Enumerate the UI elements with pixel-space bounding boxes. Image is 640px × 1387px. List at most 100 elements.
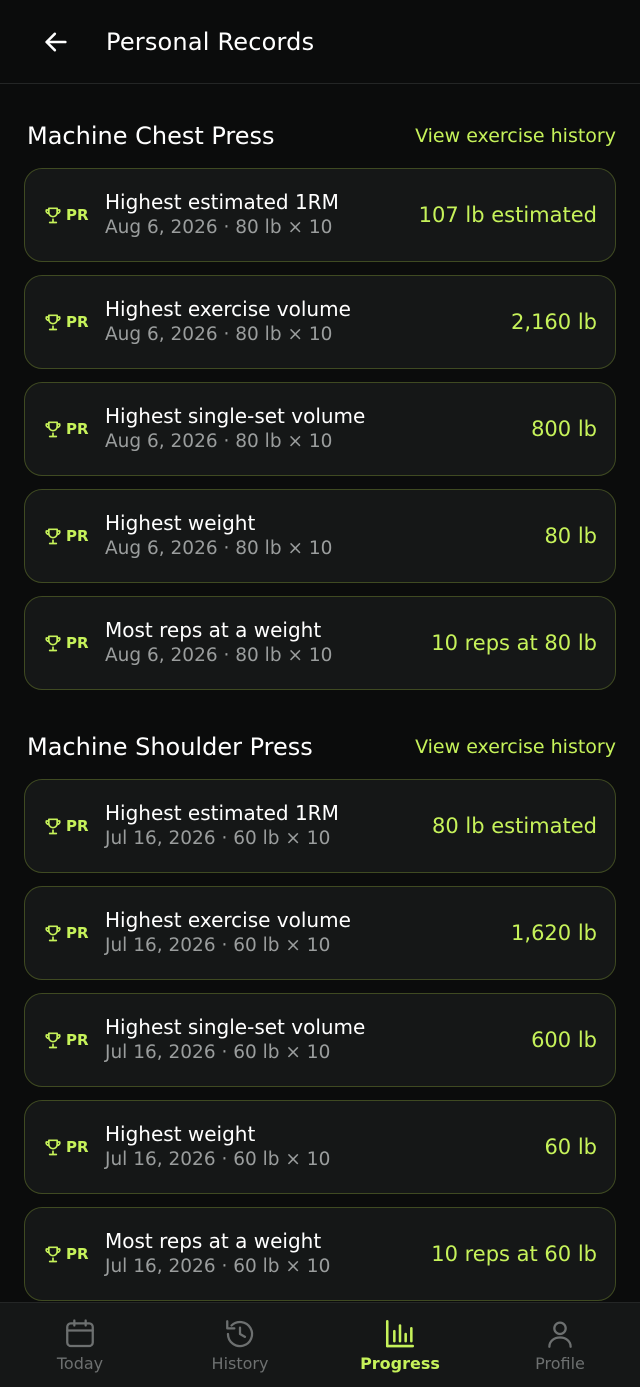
pr-label: PR bbox=[66, 634, 89, 652]
record-value: 80 lb bbox=[544, 524, 597, 548]
pr-badge: PR bbox=[43, 1244, 105, 1264]
exercise-section: Machine Shoulder Press View exercise his… bbox=[0, 722, 640, 1301]
record-card[interactable]: PR Highest single-set volume Aug 6, 2026… bbox=[24, 382, 616, 476]
record-value: 10 reps at 80 lb bbox=[431, 631, 597, 655]
pr-badge: PR bbox=[43, 1137, 105, 1157]
exercise-title: Machine Chest Press bbox=[27, 122, 275, 150]
pr-badge: PR bbox=[43, 633, 105, 653]
record-detail: Jul 16, 2026 · 60 lb × 10 bbox=[105, 935, 331, 956]
record-detail: Jul 16, 2026 · 60 lb × 10 bbox=[105, 828, 331, 849]
pr-badge: PR bbox=[43, 816, 105, 836]
record-info: Highest exercise volume Jul 16, 2026 · 6… bbox=[105, 907, 511, 959]
bottom-nav: Today History Progress Profile bbox=[0, 1302, 640, 1387]
record-label: Most reps at a weight bbox=[105, 1229, 322, 1253]
record-value: 10 reps at 60 lb bbox=[431, 1242, 597, 1266]
record-card[interactable]: PR Highest single-set volume Jul 16, 202… bbox=[24, 993, 616, 1087]
record-value: 1,620 lb bbox=[511, 921, 597, 945]
bar-chart-icon bbox=[385, 1319, 415, 1348]
nav-item-history[interactable]: History bbox=[160, 1303, 320, 1387]
section-header: Machine Chest Press View exercise histor… bbox=[24, 111, 616, 161]
record-detail: Aug 6, 2026 · 80 lb × 10 bbox=[105, 324, 333, 345]
trophy-icon bbox=[45, 421, 61, 438]
exercise-section: Machine Chest Press View exercise histor… bbox=[0, 111, 640, 690]
page-title: Personal Records bbox=[106, 27, 315, 56]
record-card[interactable]: PR Highest exercise volume Jul 16, 2026 … bbox=[24, 886, 616, 980]
nav-label: Today bbox=[56, 1354, 104, 1373]
record-card[interactable]: PR Highest estimated 1RM Aug 6, 2026 · 8… bbox=[24, 168, 616, 262]
trophy-icon bbox=[45, 207, 61, 224]
section-header: Machine Shoulder Press View exercise his… bbox=[24, 722, 616, 772]
record-info: Highest estimated 1RM Aug 6, 2026 · 80 l… bbox=[105, 189, 419, 241]
record-value: 2,160 lb bbox=[511, 310, 597, 334]
record-info: Highest exercise volume Aug 6, 2026 · 80… bbox=[105, 296, 511, 348]
record-card[interactable]: PR Highest estimated 1RM Jul 16, 2026 · … bbox=[24, 779, 616, 873]
record-label: Highest estimated 1RM bbox=[105, 190, 339, 214]
record-info: Highest weight Aug 6, 2026 · 80 lb × 10 bbox=[105, 510, 544, 562]
record-detail: Aug 6, 2026 · 80 lb × 10 bbox=[105, 645, 333, 666]
record-value: 60 lb bbox=[544, 1135, 597, 1159]
record-label: Most reps at a weight bbox=[105, 618, 322, 642]
record-value: 800 lb bbox=[531, 417, 597, 441]
trophy-icon bbox=[45, 1032, 61, 1049]
record-card[interactable]: PR Highest exercise volume Aug 6, 2026 ·… bbox=[24, 275, 616, 369]
trophy-icon bbox=[45, 1246, 61, 1263]
record-card[interactable]: PR Highest weight Aug 6, 2026 · 80 lb × … bbox=[24, 489, 616, 583]
record-detail: Jul 16, 2026 · 60 lb × 10 bbox=[105, 1256, 331, 1277]
record-card[interactable]: PR Most reps at a weight Jul 16, 2026 · … bbox=[24, 1207, 616, 1301]
nav-label: History bbox=[211, 1354, 269, 1373]
pr-label: PR bbox=[66, 1138, 89, 1156]
record-value: 600 lb bbox=[531, 1028, 597, 1052]
view-exercise-history-link[interactable]: View exercise history bbox=[415, 125, 616, 147]
pr-label: PR bbox=[66, 924, 89, 942]
record-detail: Aug 6, 2026 · 80 lb × 10 bbox=[105, 217, 333, 238]
record-detail: Aug 6, 2026 · 80 lb × 10 bbox=[105, 431, 333, 452]
pr-label: PR bbox=[66, 817, 89, 835]
pr-label: PR bbox=[66, 206, 89, 224]
record-info: Most reps at a weight Aug 6, 2026 · 80 l… bbox=[105, 617, 431, 669]
record-card[interactable]: PR Highest weight Jul 16, 2026 · 60 lb ×… bbox=[24, 1100, 616, 1194]
record-card[interactable]: PR Most reps at a weight Aug 6, 2026 · 8… bbox=[24, 596, 616, 690]
trophy-icon bbox=[45, 314, 61, 331]
record-label: Highest exercise volume bbox=[105, 297, 351, 321]
exercise-title: Machine Shoulder Press bbox=[27, 733, 313, 761]
pr-badge: PR bbox=[43, 526, 105, 546]
pr-label: PR bbox=[66, 313, 89, 331]
record-info: Most reps at a weight Jul 16, 2026 · 60 … bbox=[105, 1228, 431, 1280]
pr-badge: PR bbox=[43, 312, 105, 332]
nav-label: Progress bbox=[360, 1354, 440, 1373]
record-label: Highest weight bbox=[105, 511, 256, 535]
history-icon bbox=[226, 1320, 254, 1348]
trophy-icon bbox=[45, 528, 61, 545]
nav-item-progress[interactable]: Progress bbox=[320, 1303, 480, 1387]
pr-label: PR bbox=[66, 527, 89, 545]
pr-label: PR bbox=[66, 1031, 89, 1049]
records-list[interactable]: Machine Chest Press View exercise histor… bbox=[0, 85, 640, 1302]
view-exercise-history-link[interactable]: View exercise history bbox=[415, 736, 616, 758]
trophy-icon bbox=[45, 925, 61, 942]
record-info: Highest weight Jul 16, 2026 · 60 lb × 10 bbox=[105, 1121, 544, 1173]
record-label: Highest estimated 1RM bbox=[105, 801, 339, 825]
nav-item-today[interactable]: Today bbox=[0, 1303, 160, 1387]
trophy-icon bbox=[45, 818, 61, 835]
pr-badge: PR bbox=[43, 419, 105, 439]
user-icon bbox=[548, 1321, 572, 1348]
pr-label: PR bbox=[66, 420, 89, 438]
pr-badge: PR bbox=[43, 923, 105, 943]
record-label: Highest exercise volume bbox=[105, 908, 351, 932]
trophy-icon bbox=[45, 1139, 61, 1156]
record-detail: Jul 16, 2026 · 60 lb × 10 bbox=[105, 1149, 331, 1170]
trophy-icon bbox=[45, 635, 61, 652]
personal-records-screen: Personal Records Machine Chest Press Vie… bbox=[0, 0, 640, 1387]
record-info: Highest estimated 1RM Jul 16, 2026 · 60 … bbox=[105, 800, 432, 852]
arrow-left-icon bbox=[45, 32, 67, 51]
record-info: Highest single-set volume Aug 6, 2026 · … bbox=[105, 403, 531, 455]
calendar-icon bbox=[66, 1319, 94, 1348]
record-label: Highest single-set volume bbox=[105, 404, 366, 428]
record-info: Highest single-set volume Jul 16, 2026 ·… bbox=[105, 1014, 531, 1066]
nav-item-profile[interactable]: Profile bbox=[480, 1303, 640, 1387]
record-label: Highest weight bbox=[105, 1122, 256, 1146]
record-value: 80 lb estimated bbox=[432, 814, 597, 838]
record-detail: Jul 16, 2026 · 60 lb × 10 bbox=[105, 1042, 331, 1063]
pr-label: PR bbox=[66, 1245, 89, 1263]
back-button[interactable] bbox=[34, 20, 78, 64]
